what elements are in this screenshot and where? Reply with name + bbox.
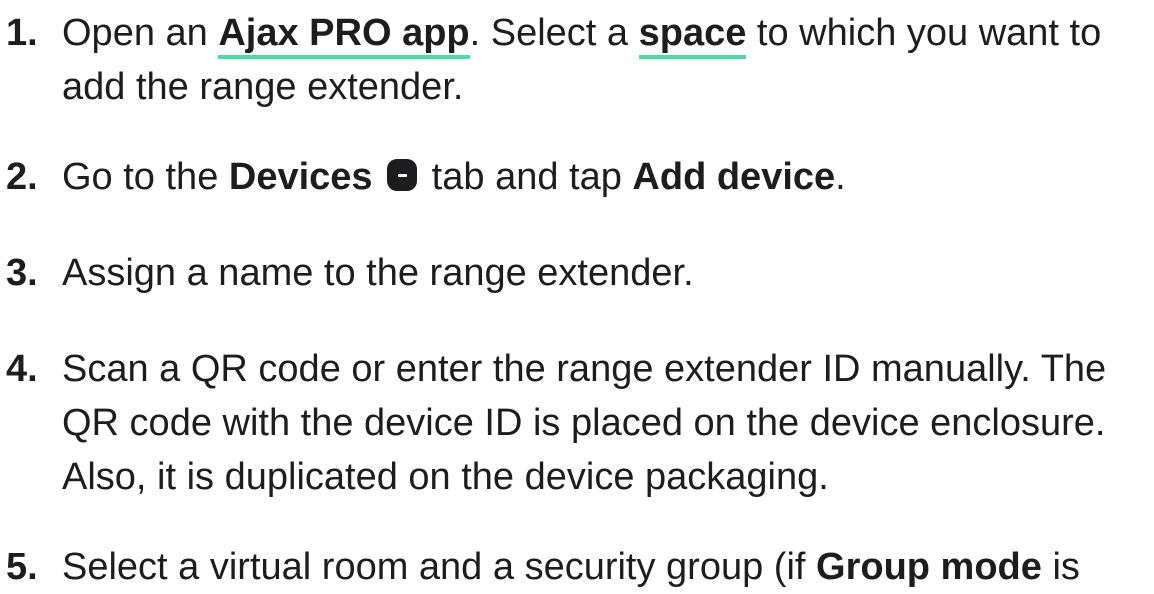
step-number: 5. <box>6 546 38 588</box>
step-text: Go to the Devices tab and tap Add device… <box>62 156 846 198</box>
step-text: Scan a QR code or enter the range extend… <box>62 348 1107 498</box>
step-text: Open an Ajax PRO app. Select a space to … <box>62 12 1102 108</box>
space-link[interactable]: space <box>638 12 747 59</box>
step-number: 3. <box>6 252 38 294</box>
step-text: Select a virtual room and a security gro… <box>62 546 1080 588</box>
step-number: 1. <box>6 12 38 54</box>
devices-tab-icon <box>387 159 418 191</box>
step-number: 4. <box>6 348 38 390</box>
step-number: 2. <box>6 156 38 198</box>
ajax-pro-app-link[interactable]: Ajax PRO app <box>218 12 470 59</box>
step-text: Assign a name to the range extender. <box>62 252 694 294</box>
